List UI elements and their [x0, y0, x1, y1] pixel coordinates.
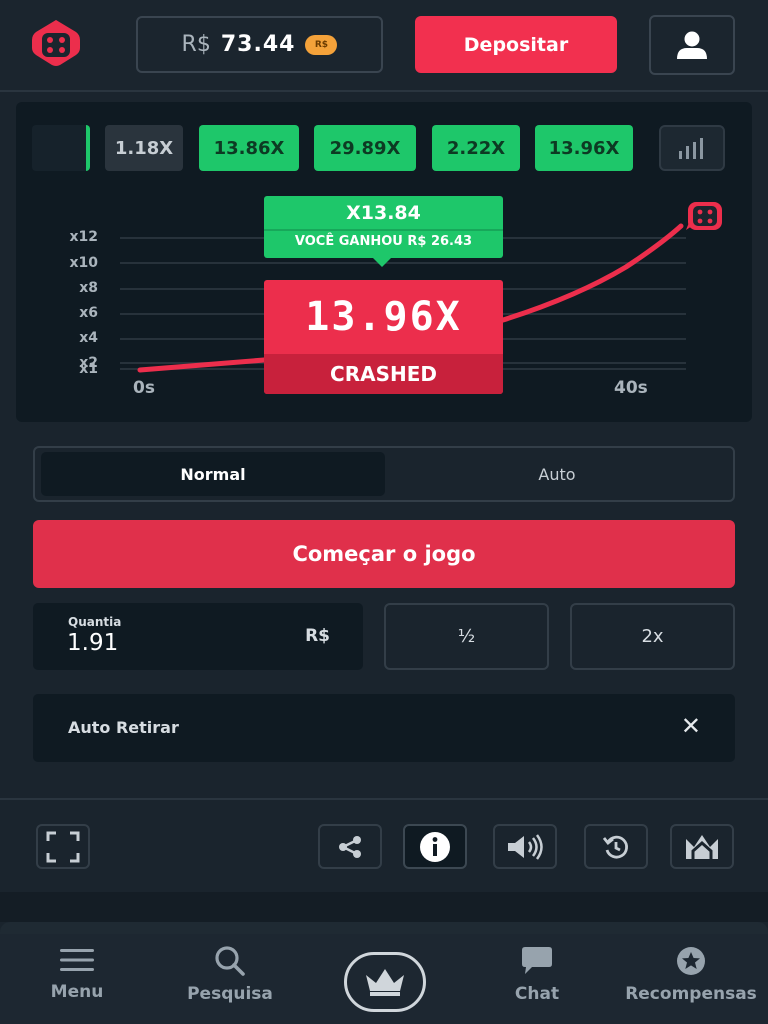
mode-auto-tab[interactable]: Auto [385, 452, 729, 496]
half-bet-button[interactable]: ½ [384, 603, 549, 670]
brand-logo-icon[interactable] [30, 18, 82, 68]
section-gap [0, 892, 768, 922]
crash-game-panel: 1.18X 13.86X 29.89X 2.22X 13.96X x12 x10… [16, 102, 752, 422]
info-icon [420, 831, 450, 862]
provider-button[interactable] [670, 824, 734, 869]
sound-button[interactable] [493, 824, 557, 869]
nav-search[interactable]: Pesquisa [155, 946, 305, 1016]
home-crown-button[interactable] [344, 952, 426, 1012]
win-separator [264, 229, 503, 231]
win-multiplier: X13.84 [346, 202, 421, 224]
bet-amount-input[interactable]: 1.91 [67, 630, 267, 656]
hamburger-menu-icon [60, 949, 94, 971]
mode-toggle: Normal Auto [33, 446, 735, 502]
bet-amount-currency: R$ [305, 626, 330, 646]
nav-menu-label: Menu [50, 982, 104, 1002]
nav-rewards[interactable]: Recompensas [616, 946, 766, 1016]
chat-bubble-icon [522, 947, 552, 974]
crown-icon [366, 969, 404, 996]
game-toolbar [0, 800, 768, 892]
balance-amount: 73.44 [220, 32, 296, 57]
win-tooltip: X13.84 VOCÊ GANHOU R$ 26.43 [264, 196, 503, 258]
crash-multiplier: 13.96X [305, 294, 462, 340]
speaker-icon [508, 833, 543, 860]
info-button[interactable] [403, 824, 467, 869]
coin-icon: R$ [305, 34, 338, 55]
share-icon [339, 835, 361, 858]
crash-result-box: 13.96X CRASHED [264, 280, 503, 394]
share-button[interactable] [318, 824, 382, 869]
start-game-button[interactable]: Começar o jogo [33, 520, 735, 588]
top-header: R$ 73.44 R$ Depositar [0, 0, 768, 92]
balance-currency: R$ [181, 32, 211, 57]
nav-rewards-label: Recompensas [625, 984, 757, 1004]
history-icon [603, 835, 628, 859]
app-root: R$ 73.44 R$ Depositar 1.18X 13.86X 29.89… [0, 0, 768, 1024]
bet-amount-label: Quantia [68, 615, 122, 629]
search-icon [215, 946, 245, 976]
bet-amount-field[interactable]: Quantia 1.91 R$ [33, 603, 363, 670]
nav-chat[interactable]: Chat [462, 946, 612, 1016]
win-tooltip-arrow [373, 258, 391, 267]
crash-status-label: CRASHED [264, 354, 503, 394]
auto-cashout-row[interactable]: Auto Retirar ✕ [33, 694, 735, 762]
star-badge-icon [677, 947, 705, 975]
win-message: VOCÊ GANHOU R$ 26.43 [294, 234, 473, 249]
nav-top-edge [0, 922, 768, 934]
deposit-button[interactable]: Depositar [415, 16, 617, 73]
fullscreen-icon [46, 831, 80, 862]
history-button[interactable] [584, 824, 648, 869]
user-icon [677, 31, 707, 59]
dice-rocket-icon [680, 200, 724, 234]
nav-search-label: Pesquisa [187, 984, 273, 1004]
nav-chat-label: Chat [514, 984, 560, 1004]
close-icon[interactable]: ✕ [681, 712, 701, 740]
auto-cashout-label: Auto Retirar [68, 718, 179, 737]
nav-menu[interactable]: Menu [2, 946, 152, 1016]
fullscreen-button[interactable] [36, 824, 90, 869]
mountain-logo-icon [686, 834, 718, 859]
double-bet-button[interactable]: 2x [570, 603, 735, 670]
profile-button[interactable] [649, 15, 735, 75]
balance-display[interactable]: R$ 73.44 R$ [136, 16, 383, 73]
mode-normal-tab[interactable]: Normal [41, 452, 385, 496]
